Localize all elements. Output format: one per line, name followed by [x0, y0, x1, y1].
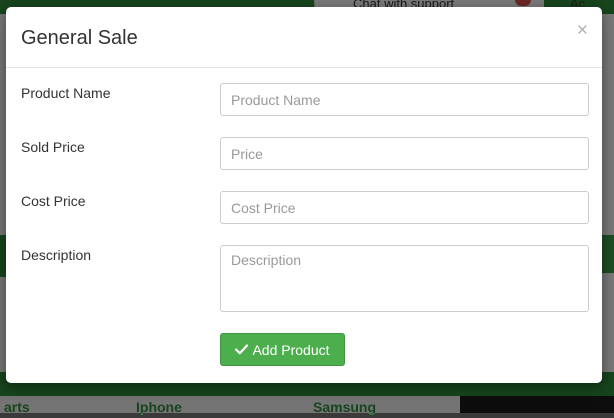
add-product-button[interactable]: Add Product [220, 333, 345, 366]
add-product-label: Add Product [252, 341, 330, 358]
description-label: Description [21, 247, 92, 263]
product-name-label: Product Name [21, 85, 111, 101]
modal-title: General Sale [21, 27, 138, 49]
sold-price-input[interactable] [220, 137, 589, 170]
product-name-input[interactable] [220, 83, 589, 116]
modal-header: General Sale × [6, 7, 602, 68]
check-icon [235, 344, 249, 355]
cost-price-input[interactable] [220, 191, 589, 224]
general-sale-modal: General Sale × Product Name Sold Price C… [6, 7, 602, 383]
close-icon[interactable]: × [577, 21, 588, 41]
description-textarea[interactable] [220, 245, 589, 312]
cost-price-label: Cost Price [21, 193, 86, 209]
sold-price-label: Sold Price [21, 139, 85, 155]
